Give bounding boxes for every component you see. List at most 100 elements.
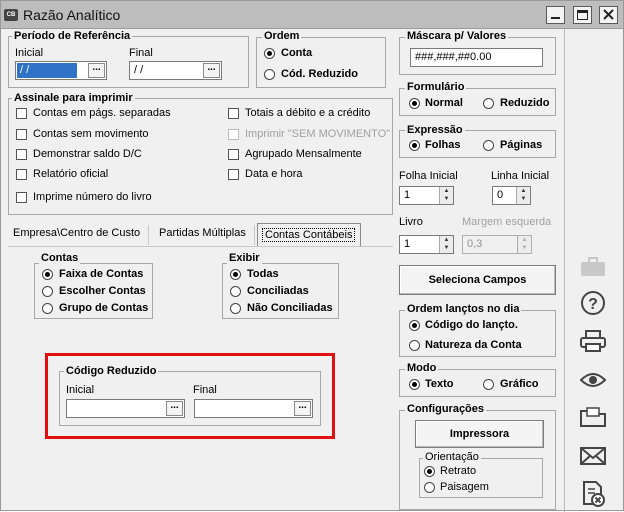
exibir-conciliadas-label: Conciliadas — [247, 285, 309, 297]
mail-icon[interactable] — [575, 441, 611, 471]
help-icon[interactable]: ? — [575, 288, 611, 318]
mascara-field[interactable]: ###,###,##0.00 — [410, 48, 543, 67]
tab-baseline — [8, 246, 393, 247]
data-hora-checkbox[interactable] — [228, 169, 239, 180]
exibir-conciliadas-radio[interactable] — [230, 286, 241, 297]
folha-inicial-value: 1 — [404, 189, 411, 201]
livro-value: 1 — [404, 238, 411, 250]
codigo-final-field[interactable]: ... — [194, 399, 313, 418]
printer-icon[interactable] — [575, 326, 611, 356]
orientacao-retrato-radio[interactable] — [424, 466, 435, 477]
window: CB Razão Analítico Período de Referência… — [0, 0, 624, 512]
demonstrar-saldo-checkbox[interactable] — [16, 149, 27, 160]
relatorio-oficial-checkbox[interactable] — [16, 169, 27, 180]
orientacao-paisagem-radio[interactable] — [424, 482, 435, 493]
periodo-final-ellipsis-button[interactable]: ... — [203, 63, 220, 78]
maximize-button[interactable] — [573, 6, 592, 24]
periodo-final-value: / / — [134, 64, 144, 76]
linha-inicial-spin-buttons[interactable]: ▲ ▼ — [516, 187, 530, 204]
imprime-numero-livro-checkbox[interactable] — [16, 192, 27, 203]
window-title: Razão Analítico — [23, 7, 121, 23]
margem-value: 0,3 — [467, 238, 483, 250]
margem-spin-buttons: ▲ ▼ — [517, 236, 531, 253]
livro-spinner[interactable]: 1 ▲ ▼ — [399, 235, 454, 254]
contas-pags-separadas-checkbox[interactable] — [16, 108, 27, 119]
contas-faixa-label: Faixa de Contas — [59, 268, 144, 280]
linha-inicial-spinner[interactable]: 0 ▲ ▼ — [492, 186, 531, 205]
modo-title: Modo — [405, 362, 439, 374]
relatorio-oficial-label: Relatório oficial — [33, 168, 109, 180]
tab-partidas-multiplas[interactable]: Partidas Múltiplas — [155, 227, 250, 239]
ordem-conta-radio[interactable] — [264, 48, 275, 59]
ordem-lanc-codigo-radio[interactable] — [409, 320, 420, 331]
periodo-final-field[interactable]: / / ... — [129, 61, 222, 80]
ordem-cod-reduzido-radio[interactable] — [264, 69, 275, 80]
periodo-inicial-field[interactable]: / / ... — [15, 61, 107, 80]
minimize-button[interactable] — [546, 6, 565, 24]
expressao-paginas-radio[interactable] — [483, 140, 494, 151]
svg-text:?: ? — [588, 296, 598, 313]
ordem-lanc-codigo-label: Código do lançto. — [425, 319, 518, 331]
toolbar-divider — [564, 29, 565, 512]
orientacao-title: Orientação — [423, 451, 481, 463]
exibir-nao-conciliadas-radio[interactable] — [230, 303, 241, 314]
modo-grafico-radio[interactable] — [483, 379, 494, 390]
contas-grupo-radio[interactable] — [42, 303, 53, 314]
tab-contas-contabeis[interactable]: Contas Contábeis — [262, 228, 356, 242]
periodo-title: Período de Referência — [12, 30, 133, 42]
ordem-lanc-natureza-radio[interactable] — [409, 340, 420, 351]
livro-label: Livro — [399, 216, 423, 228]
codigo-inicial-ellipsis-button[interactable]: ... — [166, 401, 183, 416]
close-button[interactable] — [599, 6, 618, 24]
codigo-final-ellipsis-button[interactable]: ... — [294, 401, 311, 416]
formulario-normal-radio[interactable] — [409, 98, 420, 109]
contas-escolher-label: Escolher Contas — [59, 285, 146, 297]
ordem-title: Ordem — [262, 30, 302, 42]
folha-inicial-spin-buttons[interactable]: ▲ ▼ — [439, 187, 453, 204]
agrupado-mensalmente-checkbox[interactable] — [228, 149, 239, 160]
title-bar: CB Razão Analítico — [1, 1, 623, 29]
formulario-reduzido-radio[interactable] — [483, 98, 494, 109]
folder-icon[interactable] — [575, 402, 611, 432]
close-document-icon[interactable] — [575, 479, 611, 509]
exibir-nao-conciliadas-label: Não Conciliadas — [247, 302, 333, 314]
periodo-inicial-label: Inicial — [15, 47, 44, 59]
contas-title: Contas — [39, 252, 81, 264]
modo-texto-radio[interactable] — [409, 379, 420, 390]
codigo-inicial-field[interactable]: ... — [66, 399, 185, 418]
expressao-title: Expressão — [405, 124, 465, 136]
tab-empresa-centro-custo[interactable]: Empresa\Centro de Custo — [9, 227, 144, 239]
formulario-title: Formulário — [405, 81, 467, 93]
formulario-normal-label: Normal — [425, 97, 463, 109]
imprimir-sem-movimento-checkbox — [228, 129, 239, 140]
app-icon: CB — [4, 9, 18, 21]
data-hora-label: Data e hora — [245, 168, 303, 180]
seleciona-campos-button[interactable]: Seleciona Campos — [399, 265, 556, 295]
exibir-todas-label: Todas — [247, 268, 279, 280]
imprime-numero-livro-label: Imprime número do livro — [33, 191, 152, 203]
assinale-title: Assinale para imprimir — [12, 92, 135, 104]
maximize-icon — [577, 10, 588, 20]
preview-eye-icon[interactable] — [575, 365, 611, 395]
ordem-cod-reduzido-label: Cód. Reduzido — [281, 68, 358, 80]
folha-inicial-spinner[interactable]: 1 ▲ ▼ — [399, 186, 454, 205]
contas-faixa-radio[interactable] — [42, 269, 53, 280]
exibir-title: Exibir — [227, 252, 262, 264]
totais-debito-credito-checkbox[interactable] — [228, 108, 239, 119]
agrupado-mensalmente-label: Agrupado Mensalmente — [245, 148, 362, 160]
livro-spin-buttons[interactable]: ▲ ▼ — [439, 236, 453, 253]
codigo-final-label: Final — [193, 384, 217, 396]
modo-texto-label: Texto — [425, 378, 454, 390]
orientacao-paisagem-label: Paisagem — [440, 481, 489, 493]
contas-sem-movimento-checkbox[interactable] — [16, 129, 27, 140]
periodo-inicial-ellipsis-button[interactable]: ... — [88, 63, 105, 78]
contas-grupo-label: Grupo de Contas — [59, 302, 149, 314]
exibir-todas-radio[interactable] — [230, 269, 241, 280]
folha-inicial-label: Folha Inicial — [399, 170, 458, 182]
totais-debito-credito-label: Totais a débito e a crédito — [245, 107, 371, 119]
expressao-folhas-radio[interactable] — [409, 140, 420, 151]
codigo-reduzido-title: Código Reduzido — [64, 365, 159, 377]
contas-escolher-radio[interactable] — [42, 286, 53, 297]
impressora-button[interactable]: Impressora — [415, 420, 544, 448]
tab-divider — [148, 225, 149, 245]
